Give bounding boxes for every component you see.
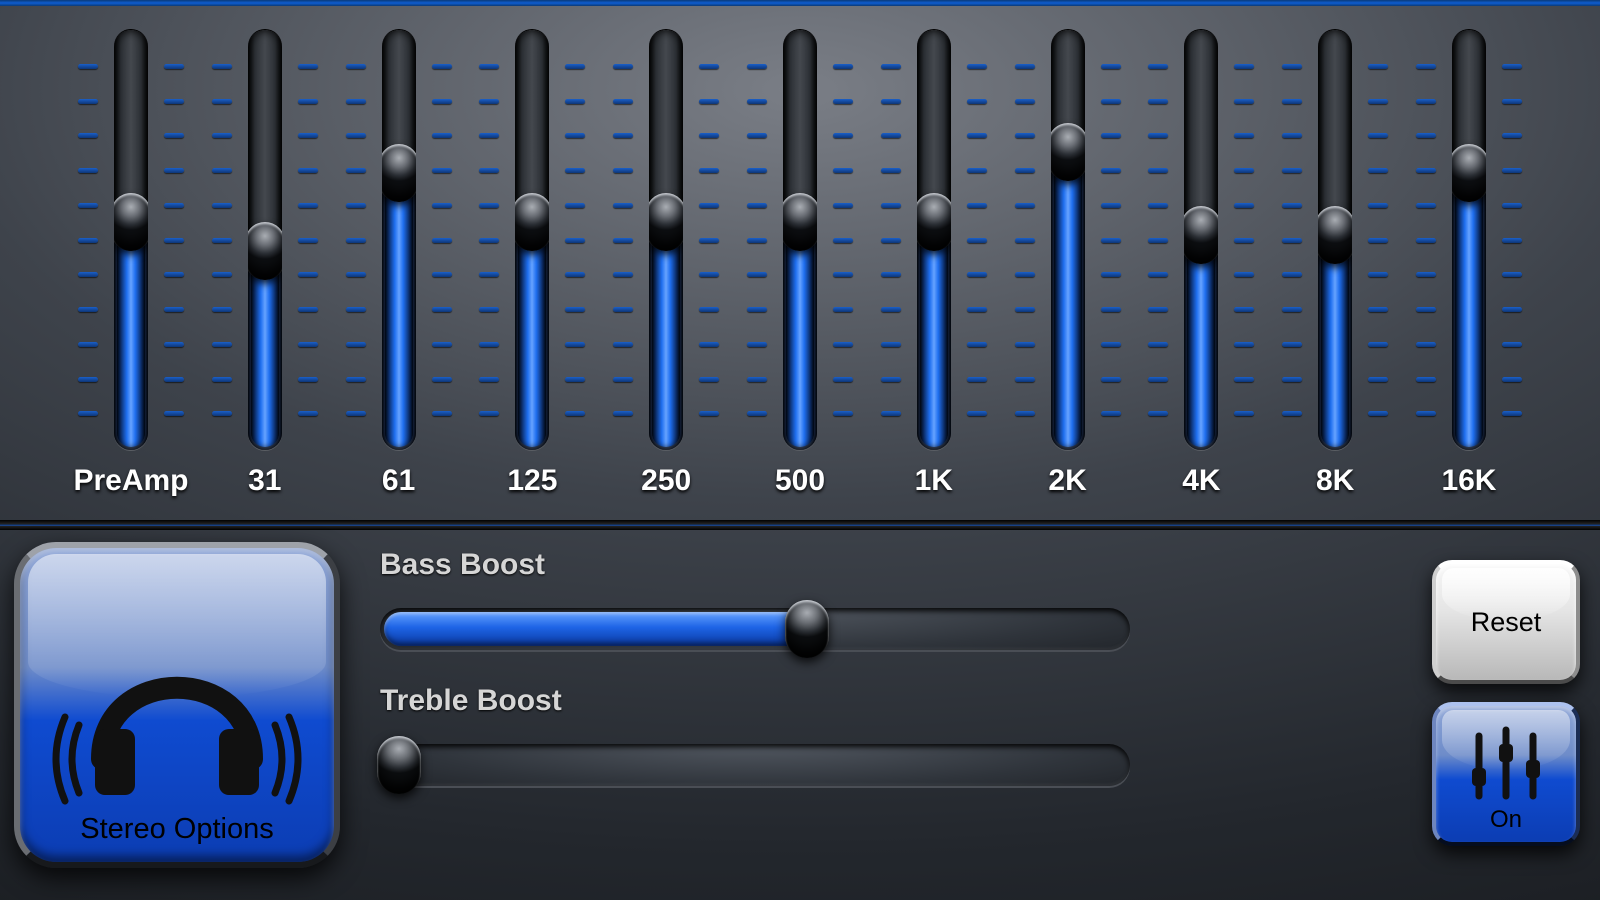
eq-band-label: 4K: [1182, 464, 1220, 498]
eq-slider-thumb[interactable]: [114, 193, 148, 251]
eq-on-button[interactable]: On: [1432, 702, 1580, 846]
tick-marks: [881, 34, 901, 446]
options-panel: Stereo Options Bass Boost Treble Boost R…: [0, 530, 1600, 890]
eq-slider-thumb[interactable]: [1051, 123, 1085, 181]
bass-boost-slider[interactable]: [380, 608, 1130, 650]
eq-band-16k: 16K: [1408, 30, 1530, 510]
eq-band-label: 31: [248, 464, 281, 498]
eq-slider-thumb[interactable]: [1184, 206, 1218, 264]
tick-marks: [212, 34, 232, 446]
eq-band-label: 61: [382, 464, 415, 498]
eq-slider[interactable]: [114, 30, 148, 450]
tick-marks: [78, 34, 98, 446]
eq-band-125: 125: [471, 30, 593, 510]
bass-boost: Bass Boost: [380, 548, 1392, 650]
eq-slider[interactable]: [248, 30, 282, 450]
tick-marks: [1015, 34, 1035, 446]
tick-marks: [1148, 34, 1168, 446]
reset-button[interactable]: Reset: [1432, 560, 1580, 684]
treble-slider-thumb[interactable]: [377, 736, 421, 794]
on-label: On: [1490, 806, 1522, 834]
eq-band-label: 8K: [1316, 464, 1354, 498]
eq-band-500: 500: [739, 30, 861, 510]
tick-marks: [565, 34, 585, 446]
tick-marks: [1282, 34, 1302, 446]
eq-slider[interactable]: [515, 30, 549, 450]
eq-slider-thumb[interactable]: [649, 193, 683, 251]
eq-slider[interactable]: [783, 30, 817, 450]
tick-marks: [298, 34, 318, 446]
tick-marks: [1416, 34, 1436, 446]
eq-slider[interactable]: [382, 30, 416, 450]
tick-marks: [1101, 34, 1121, 446]
stereo-options-button[interactable]: Stereo Options: [14, 542, 340, 868]
tick-marks: [613, 34, 633, 446]
eq-band-label: 500: [775, 464, 825, 498]
eq-band-label: 1K: [915, 464, 953, 498]
stereo-options-label: Stereo Options: [80, 813, 273, 846]
treble-boost-label: Treble Boost: [380, 684, 1392, 718]
side-buttons: Reset On: [1432, 542, 1586, 890]
eq-slider[interactable]: [649, 30, 683, 450]
eq-slider-thumb[interactable]: [917, 193, 951, 251]
eq-slider[interactable]: [917, 30, 951, 450]
eq-slider[interactable]: [1318, 30, 1352, 450]
eq-band-4k: 4K: [1140, 30, 1262, 510]
equalizer-panel: PreAmp 31 61 125 250 500 1K 2K 4K 8K 16K: [0, 0, 1600, 520]
tick-marks: [833, 34, 853, 446]
eq-slider[interactable]: [1452, 30, 1486, 450]
tick-marks: [699, 34, 719, 446]
tick-marks: [1368, 34, 1388, 446]
eq-band-label: 250: [641, 464, 691, 498]
treble-boost-slider[interactable]: [380, 744, 1130, 786]
treble-boost: Treble Boost: [380, 684, 1392, 786]
eq-band-label: 2K: [1048, 464, 1086, 498]
reset-label: Reset: [1471, 607, 1542, 638]
boost-controls: Bass Boost Treble Boost: [380, 542, 1392, 890]
tick-marks: [479, 34, 499, 446]
eq-band-label: PreAmp: [73, 464, 188, 498]
eq-slider[interactable]: [1051, 30, 1085, 450]
tick-marks: [747, 34, 767, 446]
eq-slider-thumb[interactable]: [515, 193, 549, 251]
tick-marks: [1502, 34, 1522, 446]
eq-band-label: 16K: [1441, 464, 1496, 498]
eq-slider-thumb[interactable]: [1452, 144, 1486, 202]
tick-marks: [164, 34, 184, 446]
eq-band-31: 31: [204, 30, 326, 510]
tick-marks: [432, 34, 452, 446]
bass-slider-thumb[interactable]: [785, 600, 829, 658]
eq-band-preamp: PreAmp: [70, 30, 192, 510]
eq-slider-thumb[interactable]: [382, 144, 416, 202]
headphones-icon: [47, 609, 307, 809]
eq-slider-thumb[interactable]: [248, 222, 282, 280]
eq-slider-thumb[interactable]: [1318, 206, 1352, 264]
eq-slider-thumb[interactable]: [783, 193, 817, 251]
eq-band-2k: 2K: [1007, 30, 1129, 510]
tick-marks: [1234, 34, 1254, 446]
tick-marks: [967, 34, 987, 446]
tick-marks: [346, 34, 366, 446]
equalizer-icon: [1461, 724, 1551, 804]
eq-band-61: 61: [338, 30, 460, 510]
eq-band-250: 250: [605, 30, 727, 510]
eq-band-8k: 8K: [1274, 30, 1396, 510]
eq-slider[interactable]: [1184, 30, 1218, 450]
eq-band-label: 125: [507, 464, 557, 498]
eq-band-1k: 1K: [873, 30, 995, 510]
panel-divider: [0, 520, 1600, 530]
bass-boost-label: Bass Boost: [380, 548, 1392, 582]
